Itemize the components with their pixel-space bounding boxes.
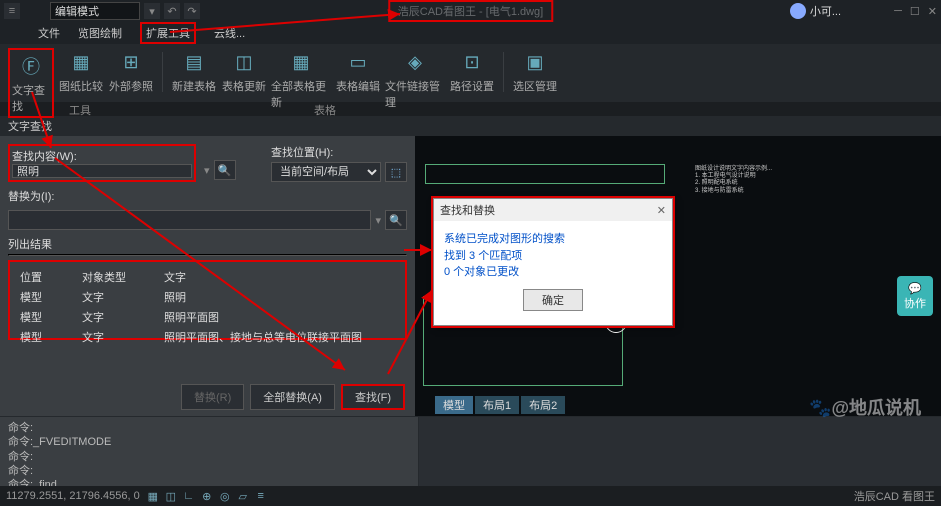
location-select[interactable]: 当前空间/布局 <box>271 162 381 182</box>
ribbon-update-all[interactable]: ▦全部表格更新 <box>271 48 331 110</box>
find-button[interactable]: 查找(F) <box>341 384 405 410</box>
layout-tab-2[interactable]: 布局2 <box>521 396 565 414</box>
avatar-icon <box>790 3 806 19</box>
dropdown-icon[interactable]: ▾ <box>144 3 160 19</box>
app-menu-icon[interactable]: ≡ <box>4 3 20 19</box>
user-account[interactable]: 小可... <box>790 3 841 19</box>
replace-label: 替换为(I): <box>8 188 78 204</box>
ribbon-update-table[interactable]: ◫表格更新 <box>221 48 267 94</box>
ribbon: Ⓕ 文字查找 ▦图纸比较 ⊞外部参照 ▤新建表格 ◫表格更新 ▦全部表格更新 ▭… <box>0 44 941 102</box>
search-options-icon[interactable]: 🔍 <box>214 160 236 180</box>
panel-title: 文字查找 <box>0 116 941 136</box>
results-box: 位置对象类型文字 模型文字照明 模型文字照明平面图 模型文字照明平面图、接地与总… <box>8 260 407 340</box>
ribbon-xref[interactable]: ⊞外部参照 <box>108 48 154 94</box>
replace-all-button[interactable]: 全部替换(A) <box>250 384 335 410</box>
layout-tab-1[interactable]: 布局1 <box>475 396 519 414</box>
pick-location-icon[interactable]: ⬚ <box>385 162 407 182</box>
brand-label: 浩辰CAD 看图王 <box>854 488 935 504</box>
maximize-icon[interactable]: ☐ <box>910 5 920 18</box>
menu-ext-tools[interactable]: 扩展工具 <box>140 22 196 44</box>
results-table[interactable]: 位置对象类型文字 模型文字照明 模型文字照明平面图 模型文字照明平面图、接地与总… <box>14 266 401 348</box>
results-label: 列出结果 <box>8 236 407 252</box>
toolbar-icon-1[interactable]: ↶ <box>164 3 180 19</box>
help-button[interactable]: 💬 协作 <box>897 276 933 316</box>
search-label: 查找内容(W): <box>12 148 82 164</box>
location-label: 查找位置(H): <box>271 144 407 160</box>
sb-track-icon[interactable]: ▱ <box>236 489 250 503</box>
ribbon-compare[interactable]: ▦图纸比较 <box>58 48 104 94</box>
menu-file[interactable]: 文件 <box>38 25 60 41</box>
minimize-icon[interactable]: ─ <box>894 5 902 18</box>
find-replace-dialog: 查找和替换 ✕ 系统已完成对图形的搜索 找到 3 个匹配项 0 个对象已更改 确… <box>433 198 673 326</box>
table-row: 模型文字照明平面图、接地与总等电位联接平面图 <box>16 328 399 346</box>
coords-display: 11279.2551, 21796.4556, 0 <box>6 490 140 502</box>
sb-ortho-icon[interactable]: ∟ <box>182 489 196 503</box>
command-history[interactable]: 命令:命令:_FVEDITMODE命令: 命令:命令:_find命令: <box>0 417 418 486</box>
ribbon-edit-table[interactable]: ▭表格编辑 <box>335 48 381 94</box>
replace-button[interactable]: 替换(R) <box>181 384 244 410</box>
table-row: 模型文字照明平面图 <box>16 308 399 326</box>
menu-view[interactable]: 览图绘制 <box>78 25 122 41</box>
ribbon-link-mgr[interactable]: ◈文件链接管理 <box>385 48 445 110</box>
find-panel: 查找内容(W): 查找位置(H): 当前空间/布局 ⬚ ▾ 🔍 替换为(I): … <box>0 136 415 416</box>
ribbon-sel-mgr[interactable]: ▣选区管理 <box>512 48 558 94</box>
dialog-ok-button[interactable]: 确定 <box>523 289 583 311</box>
ribbon-group-tools: 工具 <box>0 102 160 116</box>
dialog-line1: 系统已完成对图形的搜索 <box>444 231 662 248</box>
sb-grid-icon[interactable]: ▦ <box>146 489 160 503</box>
chat-icon: 💬 <box>908 282 922 295</box>
table-row: 模型文字照明 <box>16 288 399 306</box>
sb-polar-icon[interactable]: ⊕ <box>200 489 214 503</box>
ribbon-new-table[interactable]: ▤新建表格 <box>171 48 217 94</box>
window-title: 浩辰CAD看图王 - [电气1.dwg] <box>388 0 553 22</box>
dialog-line2: 找到 3 个匹配项 <box>444 248 662 265</box>
dialog-title: 查找和替换 <box>440 202 495 218</box>
drawing-canvas[interactable]: 起始页 KF-1电缆敷设图.dwg 电气1.dwg 图纸设计说明文字内容示例..… <box>415 136 941 416</box>
replace-options-icon[interactable]: 🔍 <box>385 210 407 230</box>
search-input[interactable] <box>12 164 192 178</box>
replace-input[interactable] <box>8 210 371 230</box>
sb-osnap-icon[interactable]: ◎ <box>218 489 232 503</box>
dialog-line3: 0 个对象已更改 <box>444 264 662 281</box>
status-bar: 11279.2551, 21796.4556, 0 ▦ ◫ ∟ ⊕ ◎ ▱ ≡ … <box>0 486 941 506</box>
menu-annot[interactable]: 云线... <box>214 25 245 41</box>
layout-tab-model[interactable]: 模型 <box>435 396 473 414</box>
command-output <box>418 417 941 486</box>
text-find-icon: Ⓕ <box>17 52 45 80</box>
dialog-close-icon[interactable]: ✕ <box>657 204 666 217</box>
ribbon-group-tables: 表格 <box>160 102 490 116</box>
sb-lwt-icon[interactable]: ≡ <box>254 489 268 503</box>
command-panel: 命令:命令:_FVEDITMODE命令: 命令:命令:_find命令: <box>0 416 941 486</box>
ribbon-path-set[interactable]: ⊡路径设置 <box>449 48 495 94</box>
mode-selector[interactable]: 编辑模式 <box>50 2 140 20</box>
toolbar-icon-2[interactable]: ↷ <box>184 3 200 19</box>
menu-bar: 文件 览图绘制 扩展工具 云线... <box>0 22 941 44</box>
close-icon[interactable]: ✕ <box>928 5 937 18</box>
sb-snap-icon[interactable]: ◫ <box>164 489 178 503</box>
